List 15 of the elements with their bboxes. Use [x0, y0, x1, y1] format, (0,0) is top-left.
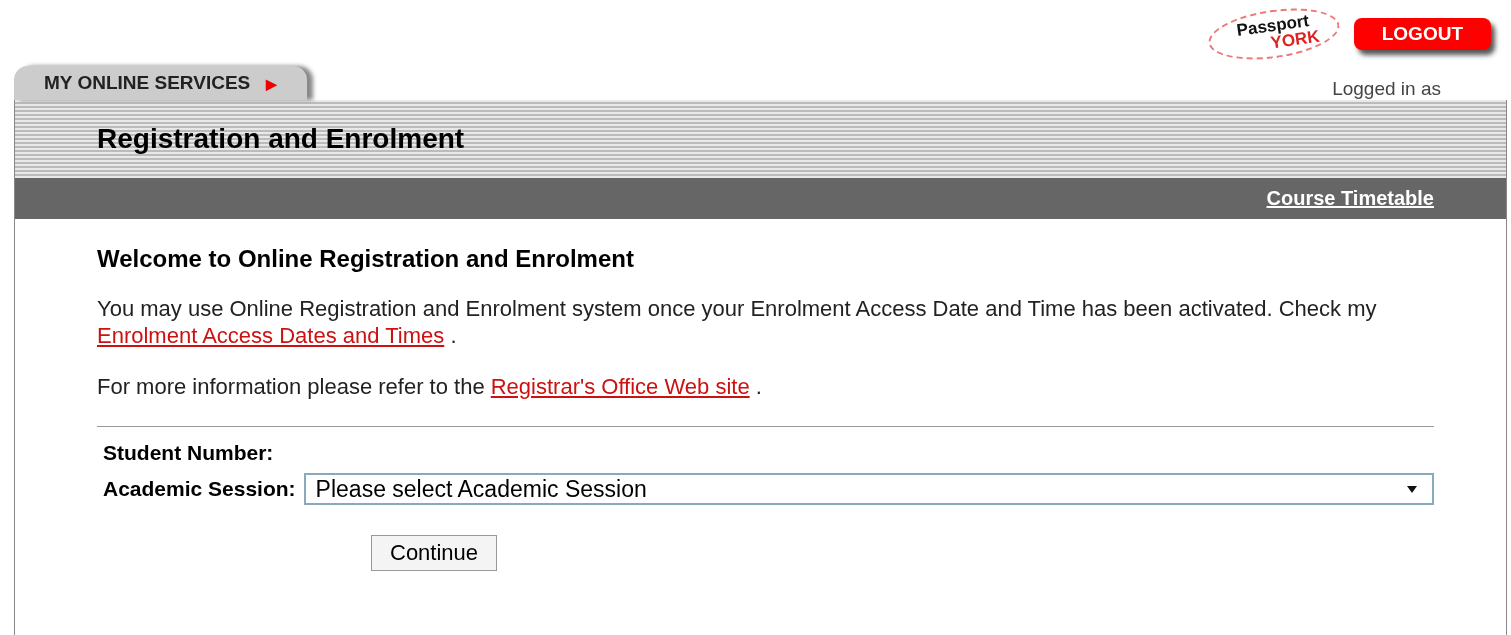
student-number-label: Student Number: [103, 441, 275, 465]
info-paragraph: You may use Online Registration and Enrolment system once your Enrolment Access Date and Time has been activated. Check my Enrolment Access Dates and Times . [97, 295, 1378, 349]
page-title: Registration and Enrolment [97, 123, 465, 155]
course-timetable-link[interactable]: Course Timetable [1266, 187, 1434, 210]
academic-session-dropdown[interactable]: Please select Academic Session [303, 473, 1434, 505]
welcome-heading: Welcome to Online Registration and Enrolment [97, 245, 635, 273]
info-paragraph: For more information please refer to the Registrar's Office Web site . [97, 373, 763, 400]
academic-session-label: Academic Session: [103, 477, 296, 501]
continue-button[interactable]: Continue [371, 535, 498, 571]
services-tab[interactable]: MY ONLINE SERVICES ▶ [14, 66, 307, 100]
logout-button[interactable]: LOGOUT [1353, 18, 1491, 50]
dropdown-arrow-icon [1406, 484, 1418, 494]
info-link[interactable]: Registrar's Office Web site [490, 374, 750, 399]
logged-in-text: Logged in as [1332, 78, 1441, 100]
info-link[interactable]: Enrolment Access Dates and Times [97, 323, 445, 348]
